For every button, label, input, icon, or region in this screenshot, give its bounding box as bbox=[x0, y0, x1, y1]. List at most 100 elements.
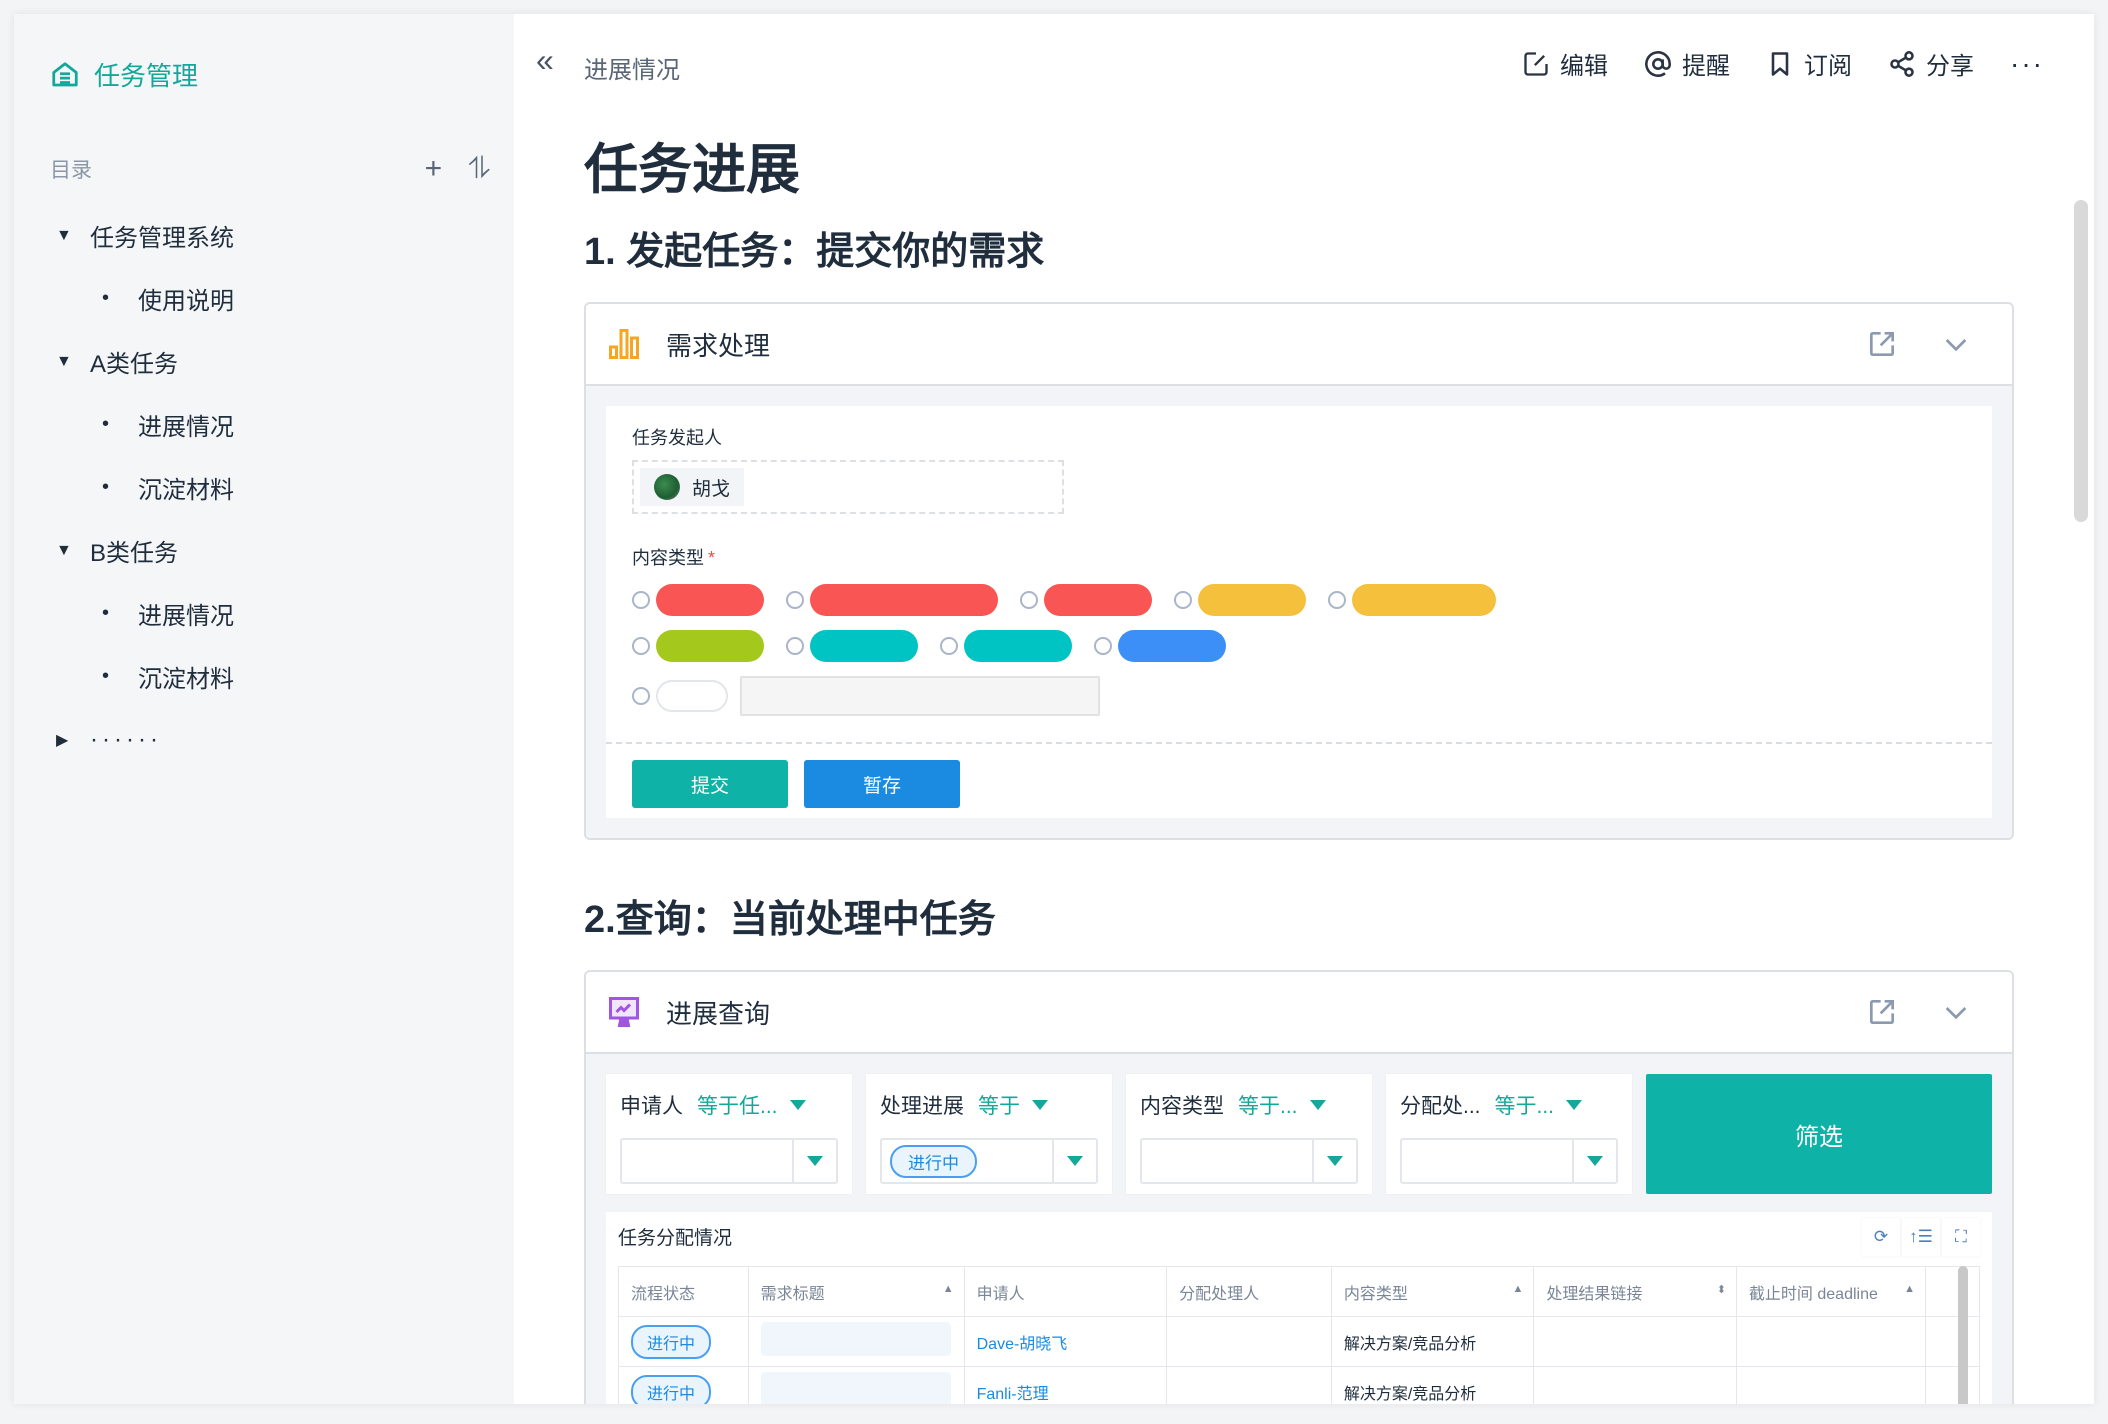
sort-icon[interactable]: ▲ bbox=[1513, 1283, 1524, 1295]
request-card-title: 需求处理 bbox=[666, 330, 771, 361]
column-header[interactable]: 处理结果链接 ⬍ bbox=[1533, 1266, 1737, 1317]
filter-name: 申请人 bbox=[620, 1095, 683, 1118]
caret-down-icon[interactable]: ▼ bbox=[50, 353, 90, 371]
applicant-link[interactable]: Fanli-范理 bbox=[963, 1366, 1168, 1404]
open-external-icon[interactable] bbox=[1866, 996, 1898, 1028]
title-cell[interactable] bbox=[747, 1366, 965, 1404]
column-header[interactable]: 申请人 bbox=[963, 1266, 1168, 1317]
radio-button[interactable] bbox=[786, 591, 804, 609]
filter-value-select[interactable] bbox=[1140, 1138, 1358, 1184]
table-row[interactable]: 进行中 Fanli-范理 解决方案/竞品分析 bbox=[618, 1366, 1981, 1404]
title-cell[interactable] bbox=[747, 1316, 965, 1367]
initiator-name: 胡戈 bbox=[692, 478, 731, 500]
breadcrumb: 进展情况 bbox=[584, 57, 680, 84]
mention-button[interactable]: 提醒 bbox=[1644, 46, 1730, 81]
add-page-icon[interactable]: + bbox=[425, 154, 443, 184]
toc-tree: ▼ 任务管理系统 • 使用说明 ▼ A类任务 • 进展情况 • 沉淀材料 ▼ B类任务 • 进展情况 • 沉淀… bbox=[50, 204, 490, 771]
toc-page-item[interactable]: • 使用说明 bbox=[50, 267, 490, 330]
filter-operator-dropdown[interactable]: 等于任... bbox=[697, 1090, 806, 1120]
applicant-link[interactable]: Dave-胡晓飞 bbox=[963, 1316, 1168, 1367]
initiator-field[interactable]: 胡戈 bbox=[632, 460, 1064, 514]
submit-button[interactable]: 提交 bbox=[632, 760, 788, 808]
content-type-option[interactable] bbox=[1174, 584, 1306, 616]
sort-icon[interactable]: ▲ bbox=[943, 1283, 954, 1295]
caret-down-icon[interactable]: ▼ bbox=[50, 227, 90, 245]
deadline-cell bbox=[1735, 1366, 1926, 1404]
filter-button[interactable]: 筛选 bbox=[1646, 1074, 1992, 1194]
filter-operator-dropdown[interactable]: 等于 bbox=[978, 1090, 1048, 1120]
radio-button[interactable] bbox=[632, 591, 650, 609]
caret-down-icon[interactable]: ▼ bbox=[50, 542, 90, 560]
save-draft-button[interactable]: 暂存 bbox=[804, 760, 960, 808]
caret-right-icon[interactable]: ▶ bbox=[50, 730, 90, 750]
table-scrollbar[interactable] bbox=[1958, 1266, 1968, 1404]
dropdown-triangle-icon bbox=[1309, 1100, 1326, 1110]
toc-page-item[interactable]: • 沉淀材料 bbox=[50, 645, 490, 708]
column-header[interactable]: 流程状态 bbox=[618, 1266, 749, 1317]
content-type-option[interactable] bbox=[940, 630, 1072, 662]
radio-button[interactable] bbox=[632, 687, 650, 705]
filter-value-select[interactable] bbox=[620, 1138, 838, 1184]
column-header[interactable]: 分配处理人 bbox=[1166, 1266, 1332, 1317]
open-external-icon[interactable] bbox=[1866, 328, 1898, 360]
filter-assignee: 分配处... 等于... bbox=[1386, 1074, 1632, 1194]
table-row[interactable]: 进行中 Dave-胡晓飞 解决方案/竞品分析 bbox=[618, 1316, 1981, 1367]
radio-button[interactable] bbox=[1328, 591, 1346, 609]
content-type-option[interactable] bbox=[1094, 630, 1226, 662]
filter-operator-dropdown[interactable]: 等于... bbox=[1495, 1090, 1583, 1120]
refresh-icon[interactable]: ⟳ bbox=[1862, 1218, 1900, 1256]
more-icon[interactable]: ··· bbox=[2010, 48, 2044, 80]
toc-page-item[interactable]: • 进展情况 bbox=[50, 582, 490, 645]
toc-folder-item[interactable]: ▼ B类任务 bbox=[50, 519, 490, 582]
filter-progress: 处理进展 等于 进行中 bbox=[866, 1074, 1112, 1194]
toc-folder-item[interactable]: ▶ ······ bbox=[50, 708, 490, 771]
toc-item-label: B类任务 bbox=[90, 540, 179, 567]
mention-label: 提醒 bbox=[1682, 53, 1731, 80]
subscribe-button[interactable]: 订阅 bbox=[1766, 46, 1852, 81]
brand[interactable]: 任务管理 bbox=[50, 56, 198, 93]
toc-item-label: 任务管理系统 bbox=[90, 225, 234, 252]
radio-button[interactable] bbox=[1020, 591, 1038, 609]
radio-button[interactable] bbox=[940, 637, 958, 655]
content-type-option[interactable] bbox=[1328, 584, 1496, 616]
column-header[interactable] bbox=[1924, 1266, 1981, 1317]
sort-icon[interactable]: ▲ bbox=[1904, 1283, 1915, 1295]
collapse-chevron-icon[interactable] bbox=[1940, 996, 1972, 1028]
content-type-option[interactable] bbox=[786, 584, 998, 616]
sort-icon[interactable]: ⬍ bbox=[1717, 1283, 1726, 1296]
other-content-type-input[interactable] bbox=[740, 676, 1100, 716]
content-type-option-other[interactable] bbox=[632, 680, 728, 712]
column-header[interactable]: 需求标题 ▲ bbox=[747, 1266, 965, 1317]
toc-page-item[interactable]: • 沉淀材料 bbox=[50, 456, 490, 519]
column-header[interactable]: 截止时间 deadline ▲ bbox=[1735, 1266, 1926, 1317]
radio-button[interactable] bbox=[1094, 637, 1112, 655]
column-header[interactable]: 内容类型 ▲ bbox=[1330, 1266, 1535, 1317]
filter-operator-dropdown[interactable]: 等于... bbox=[1238, 1090, 1326, 1120]
toc-folder-item[interactable]: ▼ A类任务 bbox=[50, 330, 490, 393]
assignee-cell bbox=[1166, 1316, 1332, 1367]
toc-folder-item[interactable]: ▼ 任务管理系统 bbox=[50, 204, 490, 267]
sort-list-icon[interactable]: ↑☰ bbox=[1902, 1218, 1940, 1256]
content-type-option[interactable] bbox=[1020, 584, 1152, 616]
toc-page-item[interactable]: • 进展情况 bbox=[50, 393, 490, 456]
result-link-cell bbox=[1533, 1316, 1737, 1367]
radio-button[interactable] bbox=[786, 637, 804, 655]
toc-item-label: ······ bbox=[90, 725, 162, 753]
content-type-option[interactable] bbox=[632, 584, 764, 616]
edit-button[interactable]: 编辑 bbox=[1522, 46, 1608, 81]
option-pill bbox=[1198, 584, 1306, 616]
radio-button[interactable] bbox=[1174, 591, 1192, 609]
radio-button[interactable] bbox=[632, 637, 650, 655]
share-button[interactable]: 分享 bbox=[1888, 46, 1974, 81]
filter-value-select[interactable]: 进行中 bbox=[880, 1138, 1098, 1184]
fullscreen-icon[interactable]: ⛶ bbox=[1942, 1218, 1980, 1256]
content-type-option[interactable] bbox=[632, 630, 764, 662]
page-scrollbar[interactable] bbox=[2074, 200, 2088, 522]
option-pill bbox=[656, 584, 764, 616]
collapse-sidebar-icon[interactable]: « bbox=[536, 44, 554, 76]
option-pill bbox=[656, 680, 728, 712]
collapse-chevron-icon[interactable] bbox=[1940, 328, 1972, 360]
filter-value-select[interactable] bbox=[1400, 1138, 1618, 1184]
sort-icon[interactable]: ⥮ bbox=[468, 154, 490, 184]
content-type-option[interactable] bbox=[786, 630, 918, 662]
